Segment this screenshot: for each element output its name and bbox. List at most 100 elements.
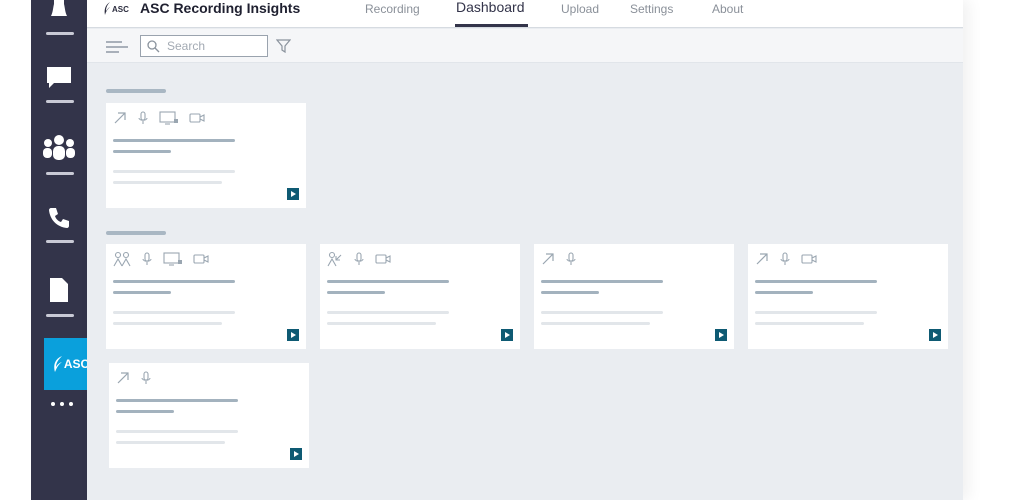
tab-settings[interactable]: Settings [630, 2, 673, 16]
rail-separator [46, 100, 74, 103]
rail-item-files[interactable] [31, 277, 87, 333]
teams-icon [43, 135, 75, 160]
card-title-placeholder [327, 280, 449, 283]
tab-upload[interactable]: Upload [561, 2, 599, 16]
play-button[interactable] [929, 329, 941, 341]
rail-item-teams[interactable] [31, 134, 87, 190]
card-detail-placeholder [755, 322, 864, 325]
play-button[interactable] [501, 329, 513, 341]
recording-card[interactable] [106, 103, 306, 208]
play-button[interactable] [287, 188, 299, 200]
card-title-placeholder [541, 280, 663, 283]
rail-separator [46, 32, 74, 35]
filter-icon[interactable] [276, 39, 291, 53]
group-call-icon [113, 251, 131, 267]
menu-button[interactable] [106, 41, 128, 53]
outgoing-arrow-icon [114, 112, 126, 124]
dot [69, 402, 73, 406]
app-logo: ASC [103, 0, 133, 18]
outgoing-arrow-icon [756, 253, 768, 265]
play-icon [294, 451, 299, 457]
video-icon [375, 254, 391, 264]
chat-icon [47, 67, 71, 88]
card-subtitle-placeholder [113, 291, 171, 294]
play-button[interactable] [287, 329, 299, 341]
incoming-call-icon [327, 251, 342, 267]
microphone-icon [138, 111, 148, 124]
tab-about[interactable]: About [712, 2, 743, 16]
play-icon [933, 332, 938, 338]
group-header [106, 231, 166, 235]
menu-line [106, 46, 128, 48]
card-icons [113, 110, 205, 126]
rail-separator [46, 314, 74, 317]
card-subtitle-placeholder [755, 291, 813, 294]
recording-card[interactable] [534, 244, 734, 349]
active-tab-indicator [455, 24, 528, 27]
rail-separator [46, 172, 74, 175]
top-bar: ASC ASC Recording Insights Recording Das… [87, 0, 963, 28]
dot [51, 402, 55, 406]
card-icons [541, 251, 577, 267]
rail-item-chat[interactable] [31, 66, 87, 122]
play-icon [291, 191, 296, 197]
video-icon [193, 254, 209, 264]
asc-logo-icon [104, 2, 110, 15]
card-detail-placeholder [113, 181, 222, 184]
card-title-placeholder [116, 399, 238, 402]
card-detail-placeholder [113, 322, 222, 325]
card-detail-placeholder [755, 311, 877, 314]
play-button[interactable] [290, 448, 302, 460]
play-button[interactable] [715, 329, 727, 341]
play-icon [505, 332, 510, 338]
rail-item-activity[interactable] [31, 0, 87, 56]
card-subtitle-placeholder [116, 410, 174, 413]
asc-logo-icon [54, 356, 62, 372]
app-window: ASC ASC Recording Insights Recording Das… [87, 0, 963, 500]
app-rail: ASC [31, 0, 96, 500]
card-detail-placeholder [541, 311, 663, 314]
screen: ASC ASC ASC Recording Insights Recording… [0, 0, 1024, 500]
card-title-placeholder [113, 280, 235, 283]
tab-dashboard[interactable]: Dashboard [456, 0, 525, 14]
menu-line [106, 41, 122, 43]
outgoing-arrow-icon [117, 372, 129, 384]
group-header [106, 89, 166, 93]
card-icons [755, 251, 817, 267]
recording-card[interactable] [106, 244, 306, 349]
search-icon [147, 40, 160, 53]
card-subtitle-placeholder [113, 150, 171, 153]
microphone-icon [780, 252, 790, 265]
card-detail-placeholder [116, 430, 238, 433]
toolbar [87, 29, 963, 63]
video-icon [189, 113, 205, 123]
card-subtitle-placeholder [541, 291, 599, 294]
card-icons [327, 251, 391, 267]
rail-separator [46, 240, 74, 243]
bell-icon [51, 0, 67, 16]
recording-card[interactable] [748, 244, 948, 349]
card-title-placeholder [113, 139, 235, 142]
play-icon [291, 332, 296, 338]
screen-share-icon [159, 111, 178, 125]
microphone-icon [142, 252, 152, 265]
card-detail-placeholder [327, 322, 436, 325]
microphone-icon [354, 252, 364, 265]
card-detail-placeholder [541, 322, 650, 325]
search-box[interactable] [140, 35, 268, 57]
recording-card[interactable] [320, 244, 520, 349]
microphone-icon [141, 371, 151, 384]
card-detail-placeholder [116, 441, 225, 444]
dot [60, 402, 64, 406]
rail-item-calls[interactable] [31, 206, 87, 262]
card-subtitle-placeholder [327, 291, 385, 294]
tab-recording[interactable]: Recording [365, 2, 420, 16]
search-input[interactable] [167, 38, 263, 54]
card-title-placeholder [755, 280, 877, 283]
phone-icon [49, 208, 69, 228]
recording-card[interactable] [109, 363, 309, 468]
file-icon [50, 278, 68, 302]
microphone-icon [566, 252, 576, 265]
menu-line [106, 51, 119, 53]
more-apps-button[interactable] [47, 398, 77, 410]
